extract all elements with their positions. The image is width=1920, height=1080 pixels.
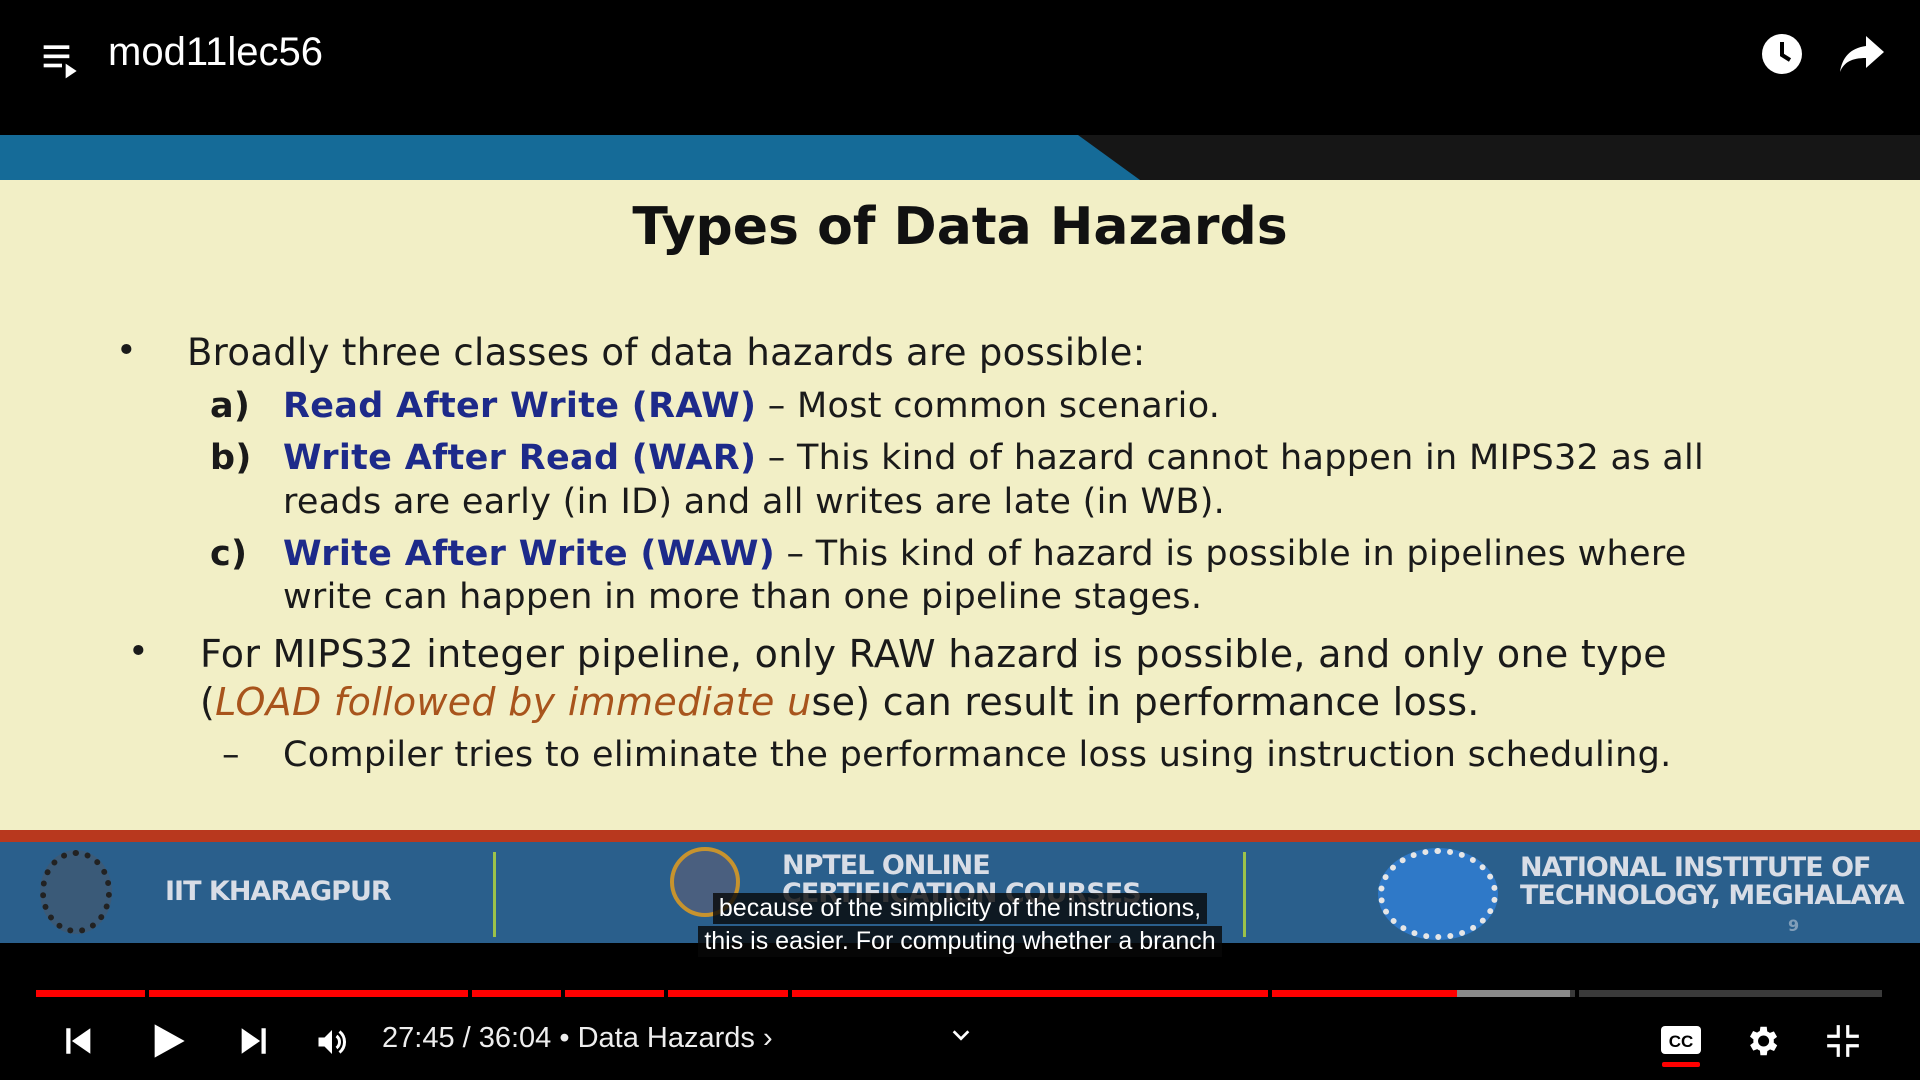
- item-c: c): [210, 534, 247, 574]
- bullet-2-rest: se) can result in performance loss.: [811, 680, 1480, 724]
- video-frame-slide[interactable]: Types of Data Hazards • Broadly three cl…: [0, 135, 1920, 943]
- captions-button[interactable]: CC: [1660, 1024, 1702, 1068]
- hazard-name: Write After Write (WAW): [283, 534, 776, 574]
- played-segment[interactable]: [564, 990, 665, 997]
- time-and-chapter: 27:45 / 36:04 • Data Hazards ›: [382, 1022, 773, 1055]
- player-controls: 27:45 / 36:04 • Data Hazards › CC: [0, 1010, 1920, 1080]
- volume-icon[interactable]: [314, 1024, 350, 1060]
- play-icon[interactable]: [148, 1020, 188, 1062]
- bullet-2: For MIPS32 integer pipeline, only RAW ha…: [200, 632, 1667, 676]
- item-a: a): [210, 386, 250, 426]
- item-b-text: Write After Read (WAR) – This kind of ha…: [283, 438, 1704, 478]
- item-label: c): [210, 534, 248, 574]
- top-bar: mod11lec56: [0, 0, 1920, 135]
- next-icon[interactable]: [236, 1024, 270, 1058]
- item-c-cont: write can happen in more than one pipeli…: [283, 577, 1203, 617]
- item-b-cont: reads are early (in ID) and all writes a…: [283, 482, 1226, 522]
- time-display: 27:45 / 36:04: [382, 1022, 552, 1054]
- exit-fullscreen-icon[interactable]: [1824, 1022, 1862, 1060]
- played-segment[interactable]: [36, 990, 145, 997]
- video-title[interactable]: mod11lec56: [108, 30, 323, 75]
- item-a-text: Read After Write (RAW) – Most common sce…: [283, 386, 1220, 426]
- footer-center-line1: NPTEL ONLINE: [782, 850, 991, 881]
- footer-right-line1: NATIONAL INSTITUTE OF: [1520, 852, 1871, 883]
- bullet-dot: •: [116, 331, 137, 371]
- cc-icon: CC: [1661, 1026, 1701, 1054]
- caption-line: because of the simplicity of the instruc…: [712, 893, 1208, 924]
- paren: (: [200, 680, 216, 724]
- item-c-text: Write After Write (WAW) – This kind of h…: [283, 534, 1687, 574]
- bullet-dot: •: [128, 632, 149, 672]
- settings-gear-icon[interactable]: [1743, 1022, 1781, 1060]
- previous-icon[interactable]: [62, 1024, 96, 1058]
- played-segment[interactable]: [668, 990, 788, 997]
- hazard-name: Read After Write (RAW): [283, 386, 757, 426]
- highlight-text: LOAD followed by immediate u: [215, 680, 812, 724]
- hazard-name: Write After Read (WAR): [283, 438, 757, 478]
- progress-bar[interactable]: [36, 990, 1884, 997]
- bullet-1: Broadly three classes of data hazards ar…: [187, 331, 1146, 374]
- hazard-desc: – This kind of hazard cannot happen in M…: [756, 438, 1705, 478]
- share-icon[interactable]: [1838, 32, 1886, 76]
- played-segment[interactable]: [472, 990, 561, 997]
- played-segment[interactable]: [1272, 990, 1458, 997]
- caption-line: this is easier. For computing whether a …: [698, 926, 1222, 957]
- sub-dash: –: [222, 735, 240, 775]
- bullet-2-cont: (LOAD followed by immediate use) can res…: [200, 680, 1480, 724]
- svg-text:CC: CC: [1669, 1032, 1694, 1051]
- captions-window: because of the simplicity of the instruc…: [0, 893, 1920, 959]
- item-label: b): [210, 438, 252, 478]
- chapter-segment[interactable]: [1579, 990, 1882, 997]
- played-segment[interactable]: [791, 990, 1269, 997]
- sub-bullet: Compiler tries to eliminate the performa…: [283, 735, 1672, 775]
- slide-header-blue: [0, 135, 1140, 180]
- slide-title: Types of Data Hazards: [632, 197, 1288, 257]
- watch-later-icon[interactable]: [1758, 30, 1806, 78]
- item-b: b): [210, 438, 252, 478]
- playlist-icon[interactable]: [40, 38, 84, 82]
- played-segment[interactable]: [148, 990, 469, 997]
- hazard-desc: – Most common scenario.: [756, 386, 1221, 426]
- item-label: a): [210, 386, 251, 426]
- chapter-title[interactable]: • Data Hazards ›: [559, 1022, 772, 1054]
- chevron-down-icon[interactable]: [950, 1024, 972, 1046]
- footer-red-line: [0, 830, 1920, 842]
- captions-active-indicator: [1662, 1062, 1700, 1067]
- hazard-desc: – This kind of hazard is possible in pip…: [775, 534, 1687, 574]
